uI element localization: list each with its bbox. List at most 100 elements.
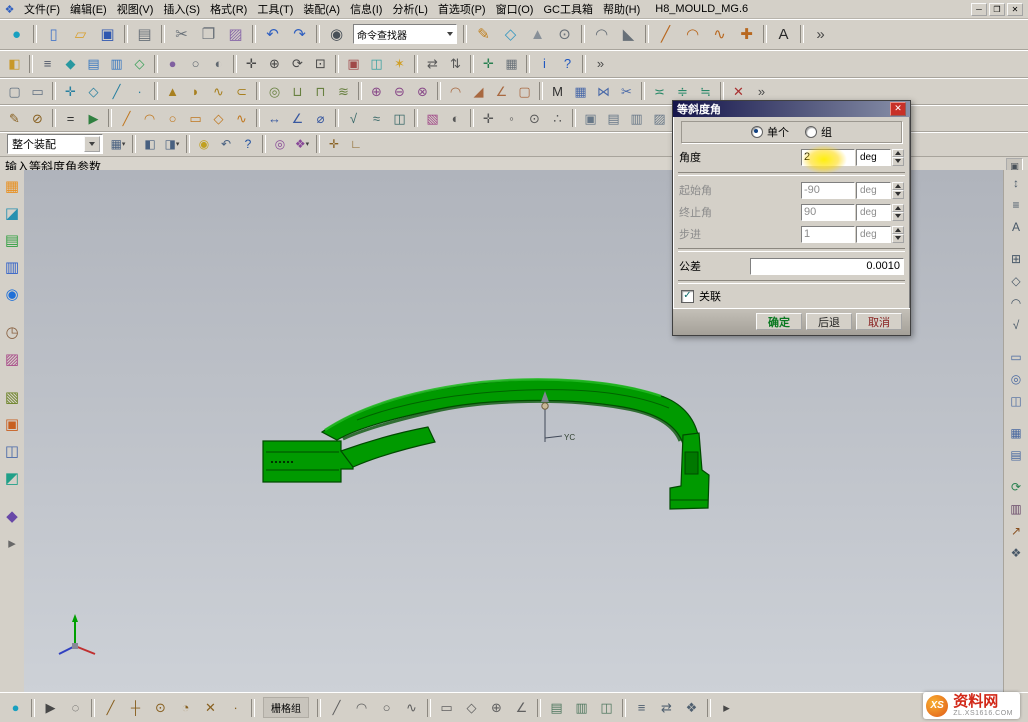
- dialog-rail-icon[interactable]: ◆: [0, 504, 24, 528]
- draft-angle-icon[interactable]: ∠: [490, 81, 513, 102]
- part-navigator-icon[interactable]: ▤: [0, 228, 24, 252]
- overflow-chevron[interactable]: »: [807, 21, 834, 47]
- tool-icon4[interactable]: ▨: [648, 108, 671, 129]
- stop-at-icon[interactable]: ▤: [544, 696, 569, 719]
- weld-symbol-icon[interactable]: ◠: [1005, 293, 1027, 313]
- datum-target-icon[interactable]: ◇: [1005, 271, 1027, 291]
- spin-up-icon[interactable]: [892, 149, 904, 158]
- snap-quadrant-icon[interactable]: ◔: [173, 696, 198, 719]
- zoom-icon[interactable]: ⊕: [263, 53, 286, 74]
- unite-icon[interactable]: ⊕: [365, 81, 388, 102]
- undo-icon[interactable]: ↶: [259, 21, 286, 47]
- shell-icon[interactable]: ▢: [513, 81, 536, 102]
- snapshot-icon[interactable]: ▣: [342, 53, 365, 74]
- list-icon[interactable]: ≡: [629, 696, 654, 719]
- search-icon[interactable]: ◉: [323, 21, 350, 47]
- snap-end-icon[interactable]: ╱: [98, 696, 123, 719]
- deviation-icon[interactable]: √: [342, 108, 365, 129]
- subtract-icon[interactable]: ⊖: [388, 81, 411, 102]
- fit-view-icon[interactable]: ⊡: [309, 53, 332, 74]
- radio-group-option[interactable]: 组: [805, 124, 832, 140]
- menu-item[interactable]: 信息(I): [345, 0, 387, 18]
- menu-item[interactable]: GC工具箱: [538, 0, 598, 18]
- linear-dim-icon[interactable]: ↔: [263, 108, 286, 129]
- feature-rule-icon[interactable]: ⊕: [484, 696, 509, 719]
- base-view-icon[interactable]: ▭: [1005, 347, 1027, 367]
- trim-body-icon[interactable]: ✂: [615, 81, 638, 102]
- start-icon[interactable]: ●: [3, 21, 30, 47]
- menu-item[interactable]: 分析(L): [387, 0, 432, 18]
- model-door-handle[interactable]: [263, 379, 709, 509]
- display-mode-icon[interactable]: ◧: [3, 53, 26, 74]
- spin-down-icon[interactable]: [892, 157, 904, 166]
- iso-view-icon[interactable]: ◇: [128, 53, 151, 74]
- intersect-icon[interactable]: ⊗: [411, 81, 434, 102]
- curvature-icon[interactable]: ≈: [365, 108, 388, 129]
- snap-point-on-curve-icon[interactable]: ∙: [223, 696, 248, 719]
- radial-dim-icon[interactable]: ⌀: [309, 108, 332, 129]
- line-tool-icon[interactable]: ╱: [115, 108, 138, 129]
- ok-button[interactable]: 确定: [756, 313, 802, 330]
- circle-tool-icon[interactable]: ○: [161, 108, 184, 129]
- wireframe-icon[interactable]: ○: [184, 53, 207, 74]
- fillet-icon[interactable]: ◠: [588, 21, 615, 47]
- tool-icon[interactable]: ▣: [579, 108, 602, 129]
- play-macro-icon[interactable]: ▶: [82, 108, 105, 129]
- delete-icon[interactable]: ✕: [727, 81, 750, 102]
- section-clip-icon[interactable]: ◫: [365, 53, 388, 74]
- body-rule-icon[interactable]: ◇: [459, 696, 484, 719]
- bottom-start-icon[interactable]: ●: [3, 696, 28, 719]
- section-rule-icon[interactable]: ◫: [594, 696, 619, 719]
- arc-icon[interactable]: ◠: [679, 21, 706, 47]
- prev-selection-icon[interactable]: ↶: [215, 135, 237, 154]
- angle-unit[interactable]: deg: [856, 149, 891, 166]
- curve-rule-icon[interactable]: ╱: [324, 696, 349, 719]
- more-tools-icon[interactable]: ❖: [1005, 543, 1027, 563]
- arc-rule-icon[interactable]: ◠: [349, 696, 374, 719]
- dialog-close-button[interactable]: ✕: [890, 102, 906, 116]
- process-studio-icon[interactable]: ▣: [0, 412, 24, 436]
- section-view-icon[interactable]: ◫: [1005, 391, 1027, 411]
- snap-point-icon2[interactable]: ✛: [477, 108, 500, 129]
- rect-select-icon[interactable]: ▭: [26, 81, 49, 102]
- point-feature-icon[interactable]: ∙: [128, 81, 151, 102]
- open-file-icon[interactable]: ▱: [67, 21, 94, 47]
- minimize-button[interactable]: ─: [971, 3, 987, 16]
- detail-view-icon[interactable]: ◎: [1005, 369, 1027, 389]
- ortho-icon[interactable]: ∟: [345, 135, 367, 154]
- angle-input[interactable]: [801, 149, 855, 166]
- text-icon[interactable]: A: [770, 21, 797, 47]
- dim-tools-icon[interactable]: ↕: [1005, 173, 1027, 193]
- overflow-right-icon[interactable]: ▸: [714, 696, 739, 719]
- face-rule-icon[interactable]: ▭: [434, 696, 459, 719]
- menu-item[interactable]: 格式(R): [205, 0, 252, 18]
- arc-tool-icon[interactable]: ◠: [138, 108, 161, 129]
- export-icon[interactable]: ↗: [1005, 521, 1027, 541]
- radio-single[interactable]: 单个: [751, 124, 789, 140]
- tube-icon[interactable]: ⊂: [230, 81, 253, 102]
- reuse-library-icon[interactable]: ▥: [0, 255, 24, 279]
- inside-select-icon[interactable]: ◧: [139, 135, 161, 154]
- light-icon[interactable]: ✶: [388, 53, 411, 74]
- polygon-tool-icon[interactable]: ◇: [207, 108, 230, 129]
- update-views-icon[interactable]: ⟳: [1005, 477, 1027, 497]
- menu-item[interactable]: 插入(S): [158, 0, 205, 18]
- tool-icon3[interactable]: ▥: [625, 108, 648, 129]
- sweep-icon[interactable]: ∿: [207, 81, 230, 102]
- edge-blend-icon[interactable]: ◠: [444, 81, 467, 102]
- select-cursor-icon[interactable]: ▶: [38, 696, 63, 719]
- menu-item[interactable]: 文件(F): [19, 0, 65, 18]
- show-hide-icon[interactable]: ◐: [444, 108, 467, 129]
- menu-item[interactable]: 视图(V): [112, 0, 159, 18]
- assembly-navigator-icon[interactable]: ▦: [0, 174, 24, 198]
- circle-rule-icon[interactable]: ○: [374, 696, 399, 719]
- copy-icon[interactable]: ❐: [195, 21, 222, 47]
- selection-scope-combo[interactable]: 整个装配: [7, 134, 103, 154]
- menu-item[interactable]: 首选项(P): [433, 0, 491, 18]
- app-icon[interactable]: ❖: [2, 2, 17, 17]
- offset-icon[interactable]: ≒: [694, 81, 717, 102]
- note-tool-icon[interactable]: ≡: [1005, 195, 1027, 215]
- suppress-icon[interactable]: ⊘: [26, 108, 49, 129]
- datum-plane2-icon[interactable]: ◇: [82, 81, 105, 102]
- command-finder[interactable]: 命令查找器: [353, 24, 457, 44]
